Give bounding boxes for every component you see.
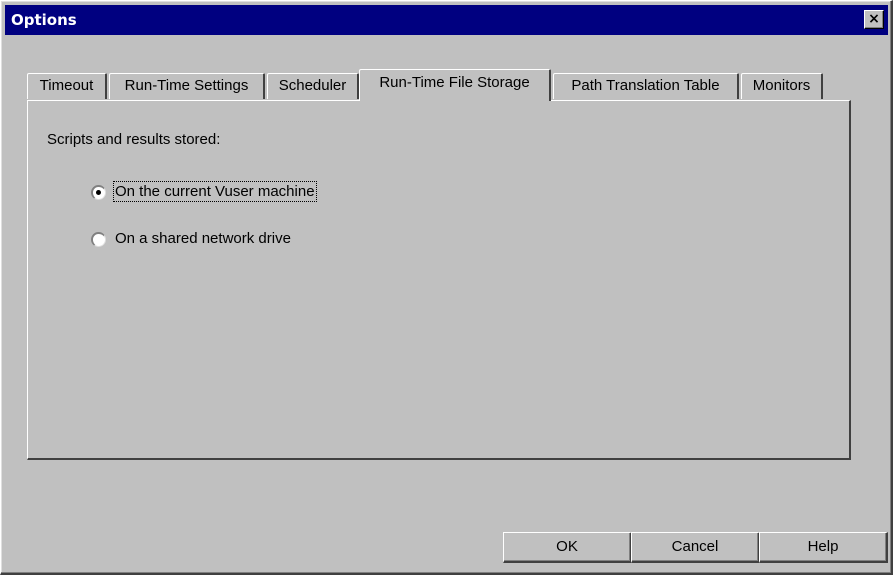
title-bar[interactable]: Options × — [5, 5, 888, 35]
close-button[interactable]: × — [864, 10, 884, 29]
options-dialog: Options × Timeout Run-Time Settings Sche… — [0, 0, 893, 575]
window-title: Options — [11, 11, 77, 29]
tab-panel-run-time-file-storage: Scripts and results stored: On the curre… — [27, 100, 851, 460]
radio-label-shared-network-drive[interactable]: On a shared network drive — [115, 230, 291, 247]
tab-strip: Timeout Run-Time Settings Scheduler Run-… — [27, 69, 847, 101]
radio-label-current-vuser-machine[interactable]: On the current Vuser machine — [113, 181, 317, 202]
radio-dot — [96, 190, 101, 195]
tab-scheduler[interactable]: Scheduler — [267, 73, 359, 99]
cancel-button[interactable]: Cancel — [631, 532, 760, 563]
ok-button[interactable]: OK — [503, 532, 632, 563]
close-icon: × — [868, 11, 880, 27]
tab-run-time-file-storage[interactable]: Run-Time File Storage — [359, 69, 551, 101]
radio-button-selected[interactable] — [91, 185, 106, 200]
help-button[interactable]: Help — [759, 532, 888, 563]
radio-button-unselected[interactable] — [91, 232, 106, 247]
tab-monitors[interactable]: Monitors — [741, 73, 823, 99]
tab-timeout[interactable]: Timeout — [27, 73, 107, 99]
storage-heading: Scripts and results stored: — [47, 131, 221, 148]
tab-path-translation-table[interactable]: Path Translation Table — [553, 73, 739, 99]
tab-run-time-settings[interactable]: Run-Time Settings — [109, 73, 265, 99]
